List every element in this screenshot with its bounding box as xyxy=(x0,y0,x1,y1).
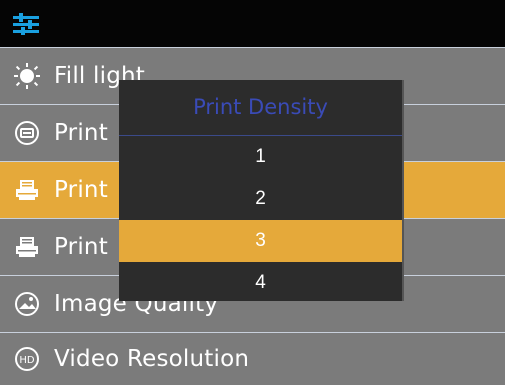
top-bar xyxy=(0,0,505,47)
density-option-1[interactable]: 1 xyxy=(119,136,402,178)
sun-icon xyxy=(14,63,40,89)
printer-icon xyxy=(16,237,38,257)
print-density-dialog: Print Density 1 2 3 4 xyxy=(119,80,404,301)
menu-item-video-resolution[interactable]: HD Video Resolution xyxy=(0,332,505,385)
density-option-3[interactable]: 3 xyxy=(119,220,402,262)
popup-title: Print Density xyxy=(193,95,328,119)
menu-item-label: Video Resolution xyxy=(54,346,250,372)
hd-icon: HD xyxy=(15,347,39,371)
density-option-4[interactable]: 4 xyxy=(119,262,402,304)
menu-item-label: Print xyxy=(54,120,108,146)
print-icon xyxy=(15,121,39,145)
printer-icon xyxy=(16,180,38,200)
image-quality-icon xyxy=(15,292,39,316)
menu-item-label: Print xyxy=(54,234,108,260)
settings-sliders-icon[interactable] xyxy=(13,13,39,35)
density-option-2[interactable]: 2 xyxy=(119,178,402,220)
menu-item-label: Print xyxy=(54,177,108,203)
svg-text:HD: HD xyxy=(19,355,35,366)
